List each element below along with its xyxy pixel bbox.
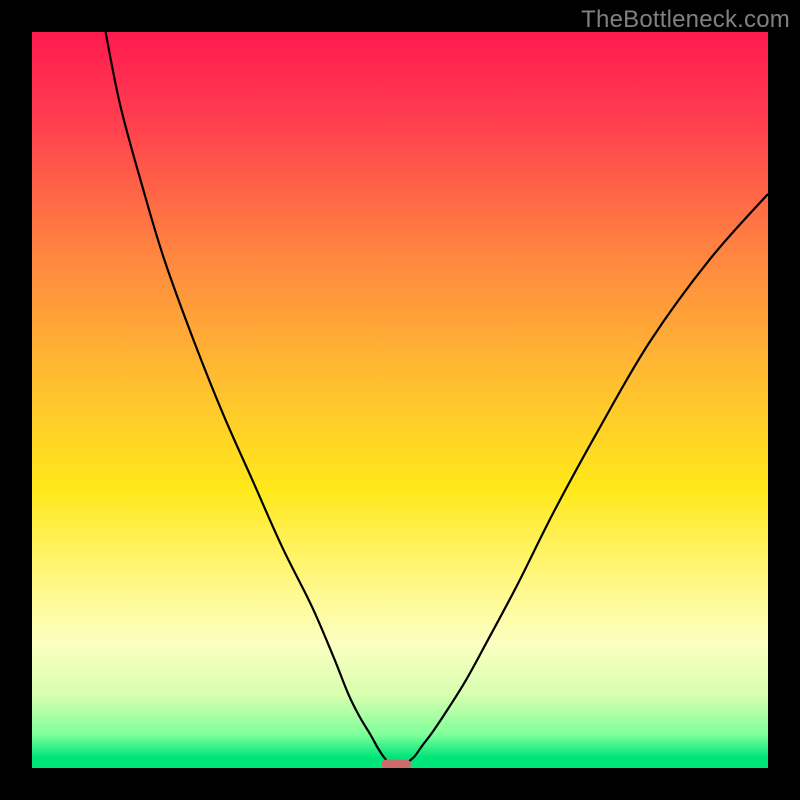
bottleneck-marker [382, 760, 411, 768]
gradient-background [32, 32, 768, 768]
watermark-text: TheBottleneck.com [581, 6, 790, 34]
chart-svg [32, 32, 768, 768]
chart-frame [32, 32, 768, 768]
